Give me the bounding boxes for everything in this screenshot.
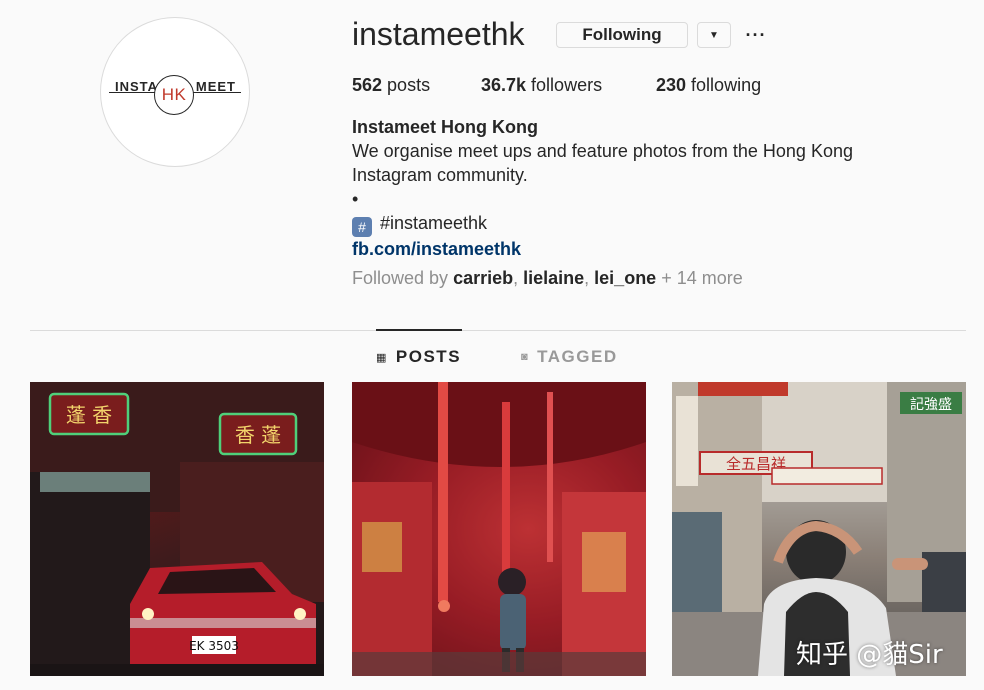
keycap-hash-icon: # xyxy=(352,217,372,237)
avatar-logo-hk-badge: HK xyxy=(154,75,194,115)
post-image-street-signs: 全五昌祥 記強盛 xyxy=(672,382,966,676)
tag-icon: ◙ xyxy=(521,351,530,363)
avatar-logo-right-text: MEET xyxy=(195,79,236,94)
bio-hashtag[interactable]: #instameethk xyxy=(380,213,487,233)
followed-by-user[interactable]: carrieb xyxy=(453,268,513,288)
profile-avatar[interactable]: INSTA MEET HK xyxy=(100,17,250,167)
tab-tagged[interactable]: ◙ TAGGED xyxy=(521,347,618,367)
followed-by-user[interactable]: lei_one xyxy=(594,268,656,288)
tabs-divider xyxy=(30,330,966,331)
followed-by-more[interactable]: + 14 more xyxy=(656,268,743,288)
profile-full-name: Instameet Hong Kong xyxy=(352,117,539,137)
zhihu-watermark: 知乎 @貓Sir xyxy=(796,640,943,670)
avatar-logo-center-text: HK xyxy=(161,85,187,104)
caret-down-icon: ▼ xyxy=(709,29,719,41)
bio-line-2: Instagram community. xyxy=(352,165,528,185)
posts-count: 562 xyxy=(352,75,383,95)
profile-external-link[interactable]: fb.com/instameethk xyxy=(352,237,853,261)
profile-username: instameethk xyxy=(352,16,525,52)
active-tab-indicator xyxy=(376,329,462,331)
post-thumbnail[interactable] xyxy=(352,382,646,676)
following-label: following xyxy=(686,75,762,95)
svg-text:蓬 香: 蓬 香 xyxy=(66,403,112,427)
bio-hashtag-line: # #instameethk xyxy=(352,211,853,237)
tab-posts[interactable]: ▦ POSTS xyxy=(376,347,461,367)
tab-posts-label: POSTS xyxy=(395,347,462,366)
post-image-red-taxi: 蓬 香 香 蓬 EK 3503 xyxy=(30,382,324,676)
profile-bio: Instameet Hong Kong We organise meet ups… xyxy=(352,115,853,261)
bio-bullet: • xyxy=(352,189,359,209)
svg-text:記強盛: 記強盛 xyxy=(910,396,952,413)
svg-text:香 蓬: 香 蓬 xyxy=(235,423,281,447)
followed-by[interactable]: Followed by carrieb, lielaine, lei_one +… xyxy=(352,268,743,289)
bio-line-1: We organise meet ups and feature photos … xyxy=(352,141,853,161)
post-thumbnail[interactable]: 全五昌祥 記強盛 xyxy=(672,382,966,676)
following-count: 230 xyxy=(656,75,687,95)
post-thumbnail[interactable]: 蓬 香 香 蓬 EK 3503 xyxy=(30,382,324,676)
suggestions-dropdown-button[interactable]: ▼ xyxy=(697,22,731,48)
more-options-button[interactable]: ··· xyxy=(743,22,769,48)
following-stat[interactable]: 230 following xyxy=(656,75,761,96)
posts-label: posts xyxy=(382,75,431,95)
followers-count: 36.7k xyxy=(481,75,527,95)
following-button[interactable]: Following xyxy=(556,22,688,48)
tab-tagged-label: TAGGED xyxy=(537,347,618,366)
followed-by-user[interactable]: lielaine xyxy=(523,268,584,288)
posts-stat: 562 posts xyxy=(352,75,430,96)
svg-text:EK 3503: EK 3503 xyxy=(189,639,239,653)
post-image-lantern-market xyxy=(352,382,646,676)
avatar-logo-left-text: INSTA xyxy=(115,79,159,94)
grid-icon: ▦ xyxy=(376,351,388,364)
followed-by-prefix: Followed by xyxy=(352,268,454,288)
followers-stat[interactable]: 36.7k followers xyxy=(481,75,602,96)
ellipsis-icon: ··· xyxy=(745,24,767,45)
followers-label: followers xyxy=(526,75,603,95)
